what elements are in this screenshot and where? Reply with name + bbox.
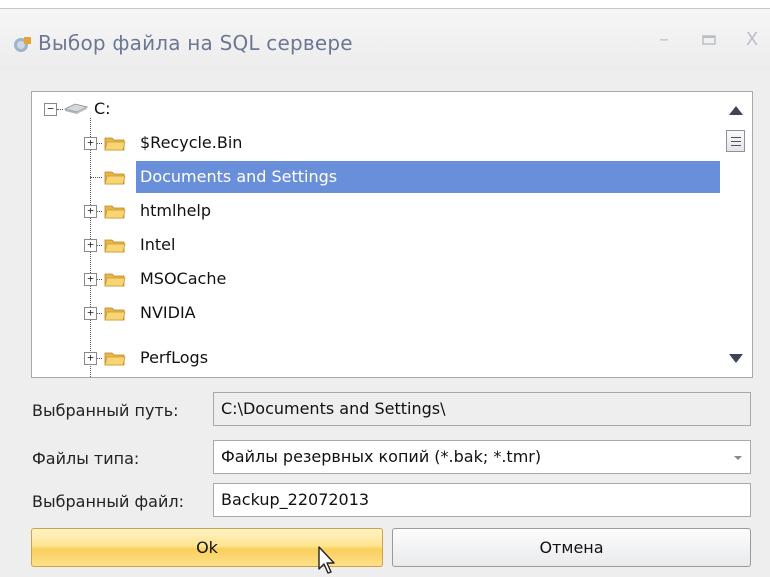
tree-item-label: NVIDIA (140, 303, 196, 322)
drive-label: C: (94, 99, 111, 118)
vertical-scrollbar[interactable] (720, 92, 752, 377)
file-picker-dialog: Выбор файла на SQL сервере – X − C: + $R… (0, 8, 770, 577)
mouse-cursor-icon (318, 546, 335, 574)
tree-item[interactable]: + MSOCache (32, 262, 720, 296)
title-bar[interactable]: Выбор файла на SQL сервере – X (0, 9, 770, 71)
file-name-field[interactable] (213, 483, 751, 517)
expand-icon[interactable]: + (84, 352, 97, 365)
expand-icon[interactable]: + (84, 239, 97, 252)
file-name-input[interactable] (221, 485, 750, 515)
tree-item-label: $Recycle.Bin (140, 133, 243, 152)
folder-tree[interactable]: − C: + $Recycle.Bin Documents and Settin… (31, 91, 753, 378)
file-type-select[interactable]: Файлы резервных копий (*.bak; *.tmr) (213, 440, 751, 474)
tree-item-label: Documents and Settings (136, 161, 720, 193)
folder-open-icon (104, 171, 126, 185)
cancel-button[interactable]: Отмена (392, 528, 751, 567)
tree-item-label: PerfLogs (140, 348, 209, 367)
tree-item-label: htmlhelp (140, 201, 212, 220)
tree-root-drive[interactable]: − C: (32, 92, 720, 126)
file-type-value: Файлы резервных копий (*.bak; *.tmr) (221, 447, 542, 466)
close-icon[interactable]: X (740, 29, 764, 51)
tree-item[interactable]: + NVIDIA (32, 296, 720, 330)
expand-icon[interactable]: + (84, 307, 97, 320)
window-title: Выбор файла на SQL сервере (38, 31, 353, 55)
folder-icon (104, 205, 126, 219)
minimize-icon[interactable]: – (652, 29, 676, 51)
tree-item-label: Intel (140, 235, 176, 254)
tree-item[interactable]: + htmlhelp (32, 194, 720, 228)
folder-icon (104, 273, 126, 287)
folder-icon (104, 137, 126, 151)
scroll-thumb[interactable] (726, 130, 745, 152)
path-field: C:\Documents and Settings\ (213, 392, 751, 426)
chevron-down-icon[interactable] (734, 456, 742, 460)
maximize-icon[interactable] (697, 29, 721, 51)
tree-item[interactable]: + $Recycle.Bin (32, 126, 720, 160)
expand-icon[interactable]: + (84, 273, 97, 286)
app-icon (14, 37, 31, 52)
expand-icon[interactable]: + (84, 137, 97, 150)
scroll-down-icon[interactable] (729, 354, 743, 363)
tree-item-selected[interactable]: Documents and Settings (32, 160, 720, 194)
expand-icon[interactable]: + (84, 205, 97, 218)
drive-icon (63, 103, 89, 114)
file-name-label: Выбранный файл: (32, 492, 184, 511)
collapse-icon[interactable]: − (44, 103, 57, 116)
scroll-up-icon[interactable] (729, 106, 743, 115)
folder-icon (104, 239, 126, 253)
tree-item[interactable]: + PerfLogs (32, 330, 720, 367)
tree-item-label: MSOCache (140, 269, 227, 288)
folder-icon (104, 307, 126, 321)
path-label: Выбранный путь: (32, 401, 179, 420)
file-type-label: Файлы типа: (32, 449, 140, 468)
folder-icon (104, 352, 126, 366)
tree-item[interactable]: + Intel (32, 228, 720, 262)
